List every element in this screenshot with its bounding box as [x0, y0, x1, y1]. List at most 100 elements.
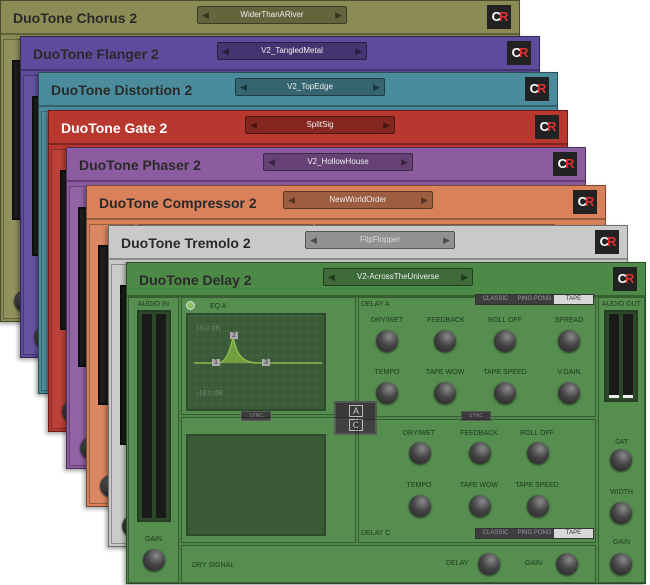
c-feedback-knob[interactable] — [469, 442, 491, 464]
audio-in-panel: AUDIO IN GAIN — [128, 297, 179, 583]
width-knob[interactable] — [610, 502, 632, 524]
dry-gain-knob[interactable] — [556, 553, 578, 575]
prev-preset-icon[interactable]: ◀ — [250, 117, 257, 133]
a-feedback-knob[interactable] — [434, 330, 456, 352]
dry-gain-label: GAIN — [525, 560, 543, 567]
cr-logo: CR — [553, 152, 577, 176]
mode-classic[interactable]: CLASSIC — [476, 295, 515, 304]
header: DuoTone Distortion 2 ◀ V2_TopEdge ▶ CR — [39, 73, 557, 107]
mode-tape[interactable]: TAPE — [554, 529, 593, 538]
c-tempo-knob[interactable] — [409, 495, 431, 517]
preset-selector[interactable]: ◀ V2-AcrossTheUniverse ▶ — [323, 268, 473, 286]
a-spread-knob[interactable] — [558, 330, 580, 352]
preset-selector[interactable]: ◀ WiderThanARiver ▶ — [197, 6, 347, 24]
prev-preset-icon[interactable]: ◀ — [310, 232, 317, 248]
cr-logo: CR — [507, 41, 531, 65]
preset-name: SplitSig — [306, 120, 334, 129]
preset-name: V2_TangledMetal — [261, 46, 323, 55]
c-tempo-label: TEMPO — [406, 482, 432, 489]
input-meter — [137, 310, 171, 522]
next-preset-icon[interactable]: ▶ — [443, 232, 450, 248]
delay-c-label: DELAY C — [361, 530, 391, 537]
prev-preset-icon[interactable]: ◀ — [328, 269, 335, 285]
dry-delay-label: DELAY — [446, 560, 469, 567]
dry-signal-panel: DRY SIGNAL DELAY GAIN — [181, 545, 596, 583]
dry-delay-knob[interactable] — [478, 553, 500, 575]
c-tapespeed-label: TAPE SPEED — [515, 482, 559, 489]
a-drywet-knob[interactable] — [376, 330, 398, 352]
a-tapewow-knob[interactable] — [434, 382, 456, 404]
eq-display[interactable]: 18.0 dB -18.0 dB 1 2 3 — [186, 313, 326, 411]
cr-logo: CR — [573, 190, 597, 214]
next-preset-icon[interactable]: ▶ — [355, 43, 362, 59]
delay-body: AUDIO IN GAIN EQ A 18.0 dB -18.0 dB 1 2 … — [127, 294, 645, 583]
audio-out-panel: AUDIO OUT SAT WIDTH GAIN — [598, 297, 645, 583]
c-rolloff-knob[interactable] — [527, 442, 549, 464]
eq-enable-led[interactable] — [186, 301, 195, 310]
a-spread-label: SPREAD — [554, 317, 584, 324]
delay-a-mode-selector[interactable]: CLASSIC PING PONG TAPE — [475, 294, 594, 305]
preset-selector[interactable]: ◀ V2_TangledMetal ▶ — [217, 42, 367, 60]
cr-logo: CR — [487, 5, 511, 29]
preset-name: FlipFlopper — [359, 235, 400, 244]
mode-ping-pong[interactable]: PING PONG — [515, 295, 554, 304]
prev-preset-icon[interactable]: ◀ — [288, 192, 295, 208]
next-preset-icon[interactable]: ▶ — [461, 269, 468, 285]
sat-knob[interactable] — [610, 449, 632, 471]
a-rolloff-knob[interactable] — [494, 330, 516, 352]
a-vgain-knob[interactable] — [558, 382, 580, 404]
width-label: WIDTH — [610, 489, 633, 496]
next-preset-icon[interactable]: ▶ — [373, 79, 380, 95]
next-preset-icon[interactable]: ▶ — [335, 7, 342, 23]
a-tapewow-label: TAPE WOW — [425, 369, 465, 376]
a-rolloff-label: ROLL OFF — [488, 317, 522, 324]
c-tapewow-knob[interactable] — [469, 495, 491, 517]
mode-tape[interactable]: TAPE — [554, 295, 593, 304]
eq-node-2[interactable]: 2 — [230, 332, 238, 339]
mode-ping-pong[interactable]: PING PONG — [515, 529, 554, 538]
preset-name: V2-AcrossTheUniverse — [356, 272, 440, 281]
audio-in-label: AUDIO IN — [137, 301, 170, 308]
next-preset-icon[interactable]: ▶ — [421, 192, 428, 208]
c-drywet-knob[interactable] — [409, 442, 431, 464]
next-preset-icon[interactable]: ▶ — [401, 154, 408, 170]
eq-a-label: EQ A — [210, 303, 227, 310]
eq-c-display[interactable] — [186, 434, 326, 536]
prev-preset-icon[interactable]: ◀ — [268, 154, 275, 170]
delay-a-panel: DELAY A CLASSIC PING PONG TAPE DRY/WET F… — [358, 294, 596, 417]
plugin-title: DuoTone Gate 2 — [61, 120, 168, 136]
cr-logo: CR — [613, 267, 637, 291]
preset-selector[interactable]: ◀ V2_HollowHouse ▶ — [263, 153, 413, 171]
mode-classic[interactable]: CLASSIC — [476, 529, 515, 538]
preset-selector[interactable]: ◀ FlipFlopper ▶ — [305, 231, 455, 249]
c-drywet-label: DRY/WET — [402, 430, 436, 437]
output-gain-knob[interactable] — [610, 553, 632, 575]
preset-selector[interactable]: ◀ SplitSig ▶ — [245, 116, 395, 134]
input-gain-knob[interactable] — [143, 549, 165, 571]
next-preset-icon[interactable]: ▶ — [383, 117, 390, 133]
preset-selector[interactable]: ◀ NewWorldOrder ▶ — [283, 191, 433, 209]
audio-out-label: AUDIO OUT — [602, 301, 641, 308]
a-tapespeed-knob[interactable] — [494, 382, 516, 404]
eq-node-1[interactable]: 1 — [212, 359, 220, 366]
a-tempo-label: TEMPO — [374, 369, 400, 376]
plugin-title: DuoTone Distortion 2 — [51, 82, 193, 98]
preset-name: WiderThanARiver — [240, 10, 304, 19]
header: DuoTone Phaser 2 ◀ V2_HollowHouse ▶ CR — [67, 148, 585, 182]
eq-c-panel — [181, 417, 356, 543]
header: DuoTone Gate 2 ◀ SplitSig ▶ CR — [49, 111, 567, 145]
plugin-title: DuoTone Chorus 2 — [13, 10, 138, 26]
preset-selector[interactable]: ◀ V2_TopEdge ▶ — [235, 78, 385, 96]
a-tapespeed-label: TAPE SPEED — [483, 369, 527, 376]
dry-signal-label: DRY SIGNAL — [192, 562, 235, 569]
delay-plugin-window: DuoTone Delay 2 ◀ V2-AcrossTheUniverse ▶… — [126, 262, 646, 584]
sat-label: SAT — [614, 439, 629, 446]
prev-preset-icon[interactable]: ◀ — [222, 43, 229, 59]
prev-preset-icon[interactable]: ◀ — [202, 7, 209, 23]
a-tempo-knob[interactable] — [376, 382, 398, 404]
delay-c-mode-selector[interactable]: CLASSIC PING PONG TAPE — [475, 528, 594, 539]
c-tapespeed-knob[interactable] — [527, 495, 549, 517]
eq-node-3[interactable]: 3 — [262, 359, 270, 366]
prev-preset-icon[interactable]: ◀ — [240, 79, 247, 95]
delay-a-label: DELAY A — [361, 301, 390, 308]
